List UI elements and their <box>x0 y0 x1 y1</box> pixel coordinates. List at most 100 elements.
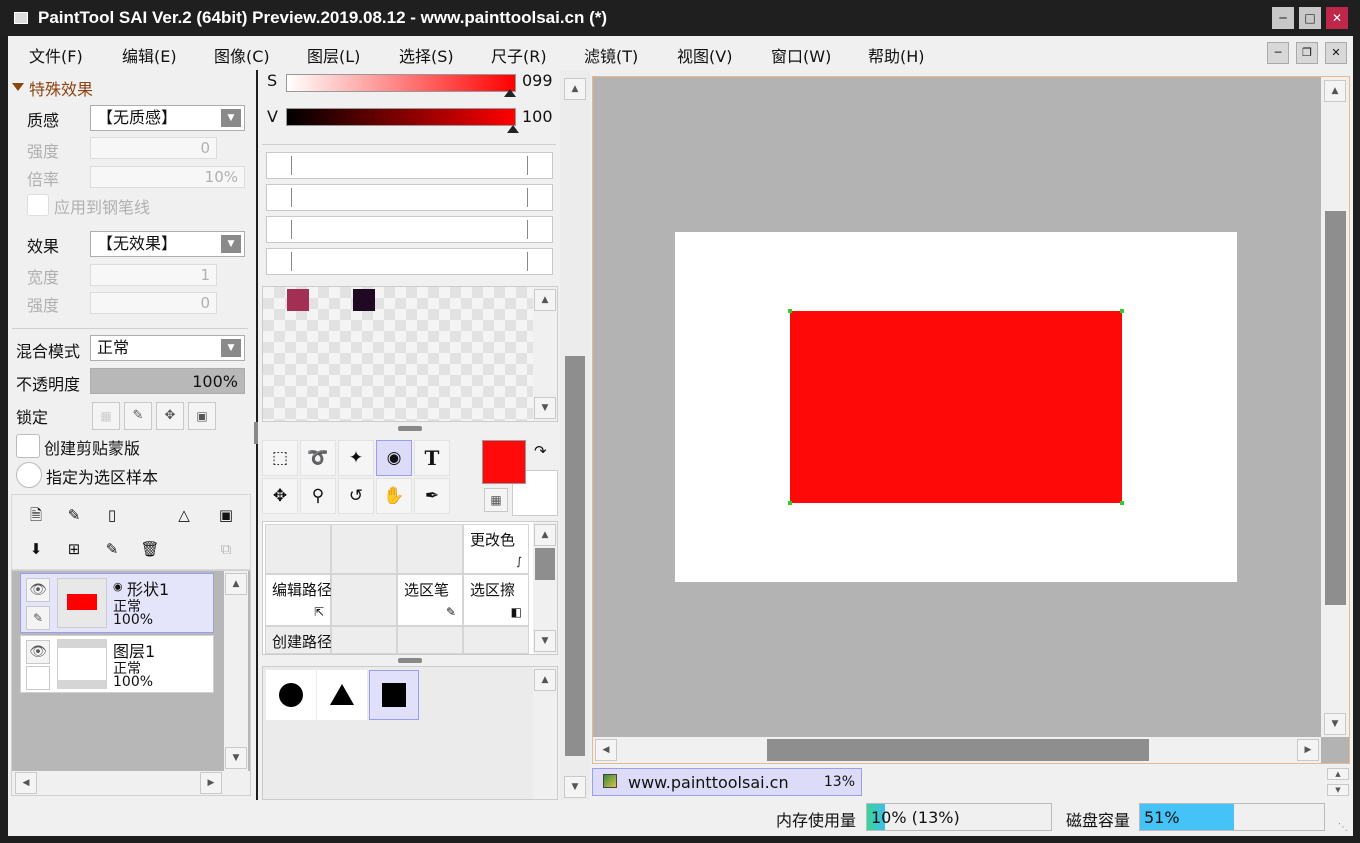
create-path-tool[interactable]: 创建路径 <box>265 626 332 654</box>
menu-layer[interactable]: 图层(L) <box>307 43 360 67</box>
lock-slot[interactable] <box>26 666 50 690</box>
rotate-tool[interactable]: ↺ <box>338 478 374 514</box>
eye-icon[interactable]: 👁 <box>26 640 50 664</box>
texture-select[interactable]: 【无质感】 ▼ <box>90 105 245 131</box>
menu-select[interactable]: 选择(S) <box>399 43 454 67</box>
zoom-tool[interactable]: ⚲ <box>300 478 336 514</box>
tab-scroll-up-icon[interactable]: ▲ <box>1327 768 1349 780</box>
scroll-down-icon[interactable]: ▼ <box>534 630 556 652</box>
scroll-up-icon[interactable]: ▲ <box>564 78 586 100</box>
apply-pen-checkbox[interactable] <box>27 194 49 216</box>
lock-move-icon[interactable]: ✥ <box>156 402 184 430</box>
merge-visible-icon[interactable]: ⧉ <box>214 537 238 561</box>
scroll-thumb[interactable] <box>565 356 585 756</box>
menu-ruler[interactable]: 尺子(R) <box>491 43 547 67</box>
layer-item[interactable]: 👁 图层1 正常 100% <box>20 635 214 693</box>
effect-select[interactable]: 【无效果】 ▼ <box>90 231 245 257</box>
lock-transparency-icon[interactable]: ▦ <box>92 402 120 430</box>
pencil-icon[interactable]: ✎ <box>26 606 50 630</box>
move-tool[interactable]: ✥ <box>262 478 298 514</box>
tool-cell[interactable] <box>397 524 463 574</box>
document-tab[interactable]: www.painttoolsai.cn 13% <box>592 768 862 796</box>
scroll-up-icon[interactable]: ▲ <box>1324 80 1346 102</box>
scroll-right-icon[interactable]: ▶ <box>1297 739 1319 761</box>
color-slot-3[interactable] <box>266 216 553 243</box>
scroll-up-icon[interactable]: ▲ <box>534 289 556 311</box>
eye-icon[interactable]: 👁 <box>26 578 50 602</box>
scroll-up-icon[interactable]: ▲ <box>534 524 556 546</box>
foreground-color[interactable] <box>482 440 526 484</box>
shape-tool[interactable]: ◉ <box>376 440 412 476</box>
doc-restore-button[interactable]: ❐ <box>1296 42 1318 64</box>
canvas-view[interactable]: ▲ ▼ ◀ ▶ <box>592 76 1350 764</box>
mask-effect-icon[interactable]: △ <box>172 503 196 527</box>
tool-scrollbar[interactable]: ▲ ▼ <box>533 522 557 654</box>
new-pen-layer-icon[interactable]: ✎ <box>62 503 86 527</box>
selection-eraser-tool[interactable]: 选区擦 ◧ <box>463 574 529 626</box>
scroll-down-icon[interactable]: ▼ <box>564 776 586 798</box>
canvas-vscrollbar[interactable]: ▲ ▼ <box>1321 77 1349 737</box>
menu-help[interactable]: 帮助(H) <box>868 43 925 67</box>
scroll-up-icon[interactable]: ▲ <box>225 573 247 595</box>
swatch[interactable] <box>287 289 309 311</box>
lock-paint-icon[interactable]: ✎ <box>124 402 152 430</box>
close-button[interactable]: ✕ <box>1326 7 1348 29</box>
scroll-right-icon[interactable]: ▶ <box>200 772 222 794</box>
scroll-thumb[interactable] <box>767 739 1149 761</box>
new-layer-icon[interactable]: 🗎 <box>24 503 48 527</box>
canvas-paper[interactable] <box>675 232 1237 582</box>
triangle-shape-button[interactable] <box>317 670 367 720</box>
scroll-down-icon[interactable]: ▼ <box>1324 713 1346 735</box>
tool-cell[interactable] <box>331 626 397 654</box>
clear-layer-icon[interactable]: ✎ <box>100 537 124 561</box>
scroll-down-icon[interactable]: ▼ <box>225 747 247 769</box>
resize-grip-icon[interactable]: ⋱ <box>1338 822 1348 833</box>
hand-tool[interactable]: ✋ <box>376 478 412 514</box>
new-folder-icon[interactable]: ▯ <box>100 503 124 527</box>
menu-edit[interactable]: 编辑(E) <box>122 43 177 67</box>
selection-pen-tool[interactable]: 选区笔 ✎ <box>397 574 463 626</box>
panel-scrollbar[interactable]: ▲ ▼ <box>560 70 590 800</box>
magic-wand-tool[interactable]: ✦ <box>338 440 374 476</box>
merge-down-icon[interactable]: ⊞ <box>62 537 86 561</box>
menu-filter[interactable]: 滤镜(T) <box>584 43 638 67</box>
v-handle-icon[interactable] <box>507 125 519 133</box>
lasso-tool[interactable]: ➰ <box>300 440 336 476</box>
color-slot-1[interactable] <box>266 152 553 179</box>
opacity-slider[interactable]: 100% <box>90 368 245 394</box>
clipping-checkbox[interactable] <box>16 434 40 458</box>
lock-all-icon[interactable]: ▣ <box>188 402 216 430</box>
blend-mode-select[interactable]: 正常 ▼ <box>90 335 245 361</box>
color-slot-4[interactable] <box>266 248 553 275</box>
swap-colors-icon[interactable]: ↷ <box>534 442 547 460</box>
tool-cell[interactable] <box>265 524 331 574</box>
layer-mask-icon[interactable]: ▣ <box>214 503 238 527</box>
copy-layer-icon[interactable]: ⬇ <box>24 537 48 561</box>
transparent-color-icon[interactable]: ▦ <box>484 488 508 512</box>
panel-grip[interactable] <box>398 658 422 663</box>
shape-handle[interactable] <box>788 309 792 313</box>
minimize-button[interactable]: ─ <box>1272 7 1294 29</box>
circle-shape-button[interactable] <box>266 670 316 720</box>
red-rectangle-shape[interactable] <box>790 311 1122 503</box>
scroll-thumb[interactable] <box>1325 211 1346 605</box>
text-tool[interactable]: T <box>414 440 450 476</box>
s-handle-icon[interactable] <box>504 89 516 97</box>
sample-radio[interactable] <box>16 462 42 488</box>
delete-layer-icon[interactable]: 🗑 <box>138 537 162 561</box>
scroll-left-icon[interactable]: ◀ <box>595 739 617 761</box>
doc-close-button[interactable]: ✕ <box>1325 42 1347 64</box>
doc-minimize-button[interactable]: ─ <box>1267 42 1289 64</box>
layer-hscrollbar[interactable]: ◀ ▶ <box>12 771 250 795</box>
tool-cell[interactable] <box>331 524 397 574</box>
tab-scroll-down-icon[interactable]: ▼ <box>1327 784 1349 796</box>
v-slider[interactable] <box>286 108 516 126</box>
menu-view[interactable]: 视图(V) <box>677 43 732 67</box>
shape-scrollbar[interactable]: ▲ <box>533 667 557 799</box>
scroll-up-icon[interactable]: ▲ <box>534 669 556 691</box>
collapse-icon[interactable] <box>12 83 24 91</box>
menu-file[interactable]: 文件(F) <box>29 43 83 67</box>
layer-item[interactable]: 👁 ✎ ◉ 形状1 正常 100% <box>20 573 214 633</box>
shape-handle[interactable] <box>1120 501 1124 505</box>
tool-cell[interactable] <box>331 574 397 626</box>
